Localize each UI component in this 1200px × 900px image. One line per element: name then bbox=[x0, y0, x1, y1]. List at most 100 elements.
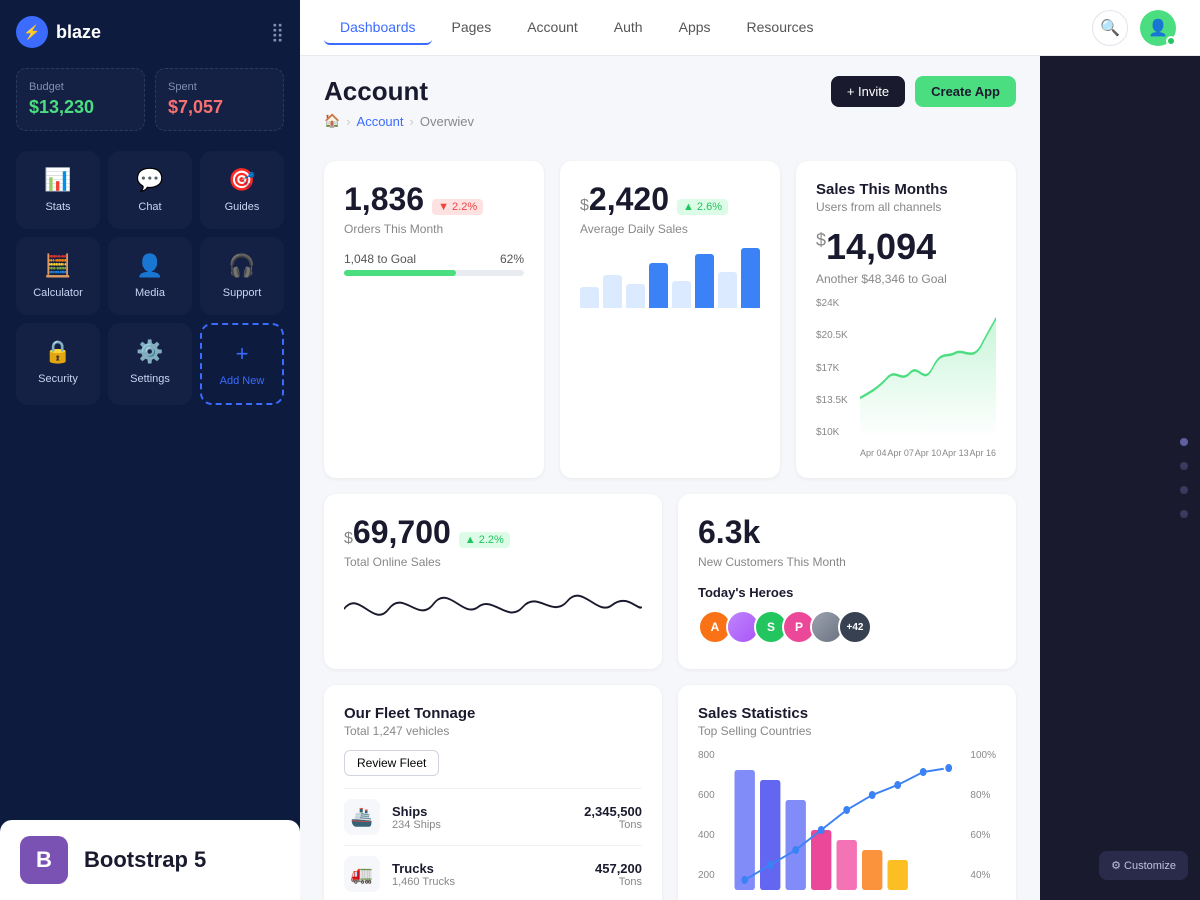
breadcrumb-section[interactable]: Account bbox=[357, 114, 404, 129]
y-label: 400 bbox=[698, 830, 715, 841]
sidebar-item-label: Support bbox=[223, 287, 262, 299]
y-label: $20.5K bbox=[816, 330, 848, 341]
logo: ⚡ blaze bbox=[16, 16, 101, 48]
spent-label: Spent bbox=[168, 81, 271, 93]
bar-6 bbox=[695, 254, 714, 308]
daily-sales-badge: ▲ 2.6% bbox=[677, 199, 728, 215]
y-label: 600 bbox=[698, 790, 715, 801]
sidebar-item-chat[interactable]: 💬 Chat bbox=[108, 151, 192, 229]
bar-5 bbox=[672, 281, 691, 308]
nav-link-auth[interactable]: Auth bbox=[598, 11, 659, 45]
heroes-label: Today's Heroes bbox=[698, 585, 996, 600]
breadcrumb-home[interactable]: 🏠 bbox=[324, 113, 340, 129]
sidebar-menu-icon[interactable]: ⣿ bbox=[271, 22, 284, 43]
daily-sales-value: 2,420 bbox=[589, 181, 669, 218]
y-label: $13.5K bbox=[816, 395, 848, 406]
content: Account 🏠 › Account › Overwiev + Invite … bbox=[300, 56, 1200, 900]
bar-8 bbox=[741, 248, 760, 308]
review-fleet-button[interactable]: Review Fleet bbox=[344, 750, 439, 776]
nav-link-resources[interactable]: Resources bbox=[731, 11, 830, 45]
content-inner: Account 🏠 › Account › Overwiev + Invite … bbox=[300, 56, 1040, 900]
bar-3 bbox=[626, 284, 645, 308]
y-label: 800 bbox=[698, 750, 715, 761]
sidebar-item-settings[interactable]: ⚙️ Settings bbox=[108, 323, 192, 405]
fleet-number: 457,200 bbox=[595, 861, 642, 876]
orders-badge: ▼ 2.2% bbox=[432, 199, 483, 215]
y-label: 200 bbox=[698, 870, 715, 881]
orders-stat-card: 1,836 ▼ 2.2% Orders This Month 1,048 to … bbox=[324, 161, 544, 478]
nav-link-pages[interactable]: Pages bbox=[436, 11, 508, 45]
nav-link-dashboards[interactable]: Dashboards bbox=[324, 11, 432, 45]
panel-dot[interactable] bbox=[1180, 510, 1188, 518]
orders-value: 1,836 bbox=[344, 181, 424, 218]
sidebar-item-label: Calculator bbox=[33, 287, 83, 299]
logo-icon: ⚡ bbox=[16, 16, 48, 48]
bar-2 bbox=[603, 275, 622, 308]
sidebar-item-media[interactable]: 👤 Media bbox=[108, 237, 192, 315]
create-app-button[interactable]: Create App bbox=[915, 76, 1016, 107]
search-button[interactable]: 🔍 bbox=[1092, 10, 1128, 46]
right-panel: ⚙ Customize bbox=[1040, 56, 1200, 900]
panel-dot[interactable] bbox=[1180, 438, 1188, 446]
sales-big-value: $14,094 bbox=[816, 226, 996, 268]
sidebar-item-support[interactable]: 🎧 Support bbox=[200, 237, 284, 315]
fleet-name: Ships bbox=[392, 804, 441, 819]
nav-link-account[interactable]: Account bbox=[511, 11, 594, 45]
bar-1 bbox=[580, 287, 599, 308]
sidebar-item-label: Settings bbox=[130, 373, 170, 385]
right-panel-curve bbox=[1040, 56, 1200, 900]
spent-card: Spent $7,057 bbox=[155, 68, 284, 131]
pct-label: 40% bbox=[970, 870, 996, 881]
stats-icon: 📊 bbox=[44, 167, 71, 193]
top-nav-links: Dashboards Pages Account Auth Apps Resou… bbox=[324, 11, 829, 45]
user-avatar[interactable]: 👤 bbox=[1140, 10, 1176, 46]
support-icon: 🎧 bbox=[228, 253, 255, 279]
budget-label: Budget bbox=[29, 81, 132, 93]
invite-button[interactable]: + Invite bbox=[831, 76, 905, 107]
new-customers-card: 6.3k New Customers This Month Today's He… bbox=[678, 494, 1016, 669]
chart-y-labels: $24K $20.5K $17K $13.5K $10K bbox=[816, 298, 848, 438]
sidebar-item-label: Chat bbox=[138, 201, 161, 213]
sales-stats-svg bbox=[726, 750, 964, 900]
sidebar-header: ⚡ blaze ⣿ bbox=[16, 16, 284, 48]
fleet-unit: Tons bbox=[584, 819, 642, 831]
total-sales-label: Total Online Sales bbox=[344, 555, 642, 569]
sidebar-item-add-new[interactable]: + Add New bbox=[200, 323, 284, 405]
fleet-row: 🚢 Ships 234 Ships 2,345,500 Tons bbox=[344, 788, 642, 845]
customize-button[interactable]: ⚙ Customize bbox=[1099, 851, 1188, 880]
settings-icon: ⚙️ bbox=[136, 339, 163, 365]
fleet-val: 2,345,500 Tons bbox=[584, 804, 642, 831]
sidebar: ⚡ blaze ⣿ Budget $13,230 Spent $7,057 📊 … bbox=[0, 0, 300, 900]
new-customers-label: New Customers This Month bbox=[698, 555, 996, 569]
sidebar-item-guides[interactable]: 🎯 Guides bbox=[200, 151, 284, 229]
panel-dot[interactable] bbox=[1180, 462, 1188, 470]
y-label: $24K bbox=[816, 298, 848, 309]
mini-bar-chart bbox=[580, 248, 760, 308]
sales-stats-title: Sales Statistics bbox=[698, 705, 996, 722]
budget-value: $13,230 bbox=[29, 97, 132, 118]
panel-dot[interactable] bbox=[1180, 486, 1188, 494]
sales-goal: Another $48,346 to Goal bbox=[816, 272, 996, 286]
fleet-name: Trucks bbox=[392, 861, 455, 876]
total-sales-value: 69,700 bbox=[353, 514, 451, 551]
logo-text: blaze bbox=[56, 22, 101, 43]
page-title: Account bbox=[324, 76, 474, 107]
guides-icon: 🎯 bbox=[228, 167, 255, 193]
sidebar-item-stats[interactable]: 📊 Stats bbox=[16, 151, 100, 229]
progress-bar-inner bbox=[344, 270, 456, 276]
fleet-unit: Tons bbox=[595, 876, 642, 888]
new-customers-value: 6.3k bbox=[698, 514, 996, 551]
sidebar-item-label: Add New bbox=[220, 375, 265, 387]
orders-label: Orders This Month bbox=[344, 222, 524, 236]
x-label: Apr 04 bbox=[860, 448, 887, 458]
stats-row2: $ 69,700 ▲ 2.2% Total Online Sales 6.3k … bbox=[324, 494, 1016, 669]
sidebar-item-security[interactable]: 🔒 Security bbox=[16, 323, 100, 405]
daily-sales-label: Average Daily Sales bbox=[580, 222, 760, 236]
nav-link-apps[interactable]: Apps bbox=[663, 11, 727, 45]
bootstrap-icon: B bbox=[20, 836, 68, 884]
top-nav: Dashboards Pages Account Auth Apps Resou… bbox=[300, 0, 1200, 56]
hero-avatar-extra: +42 bbox=[838, 610, 872, 644]
sidebar-item-label: Media bbox=[135, 287, 165, 299]
bar-4 bbox=[649, 263, 668, 308]
sidebar-item-calculator[interactable]: 🧮 Calculator bbox=[16, 237, 100, 315]
